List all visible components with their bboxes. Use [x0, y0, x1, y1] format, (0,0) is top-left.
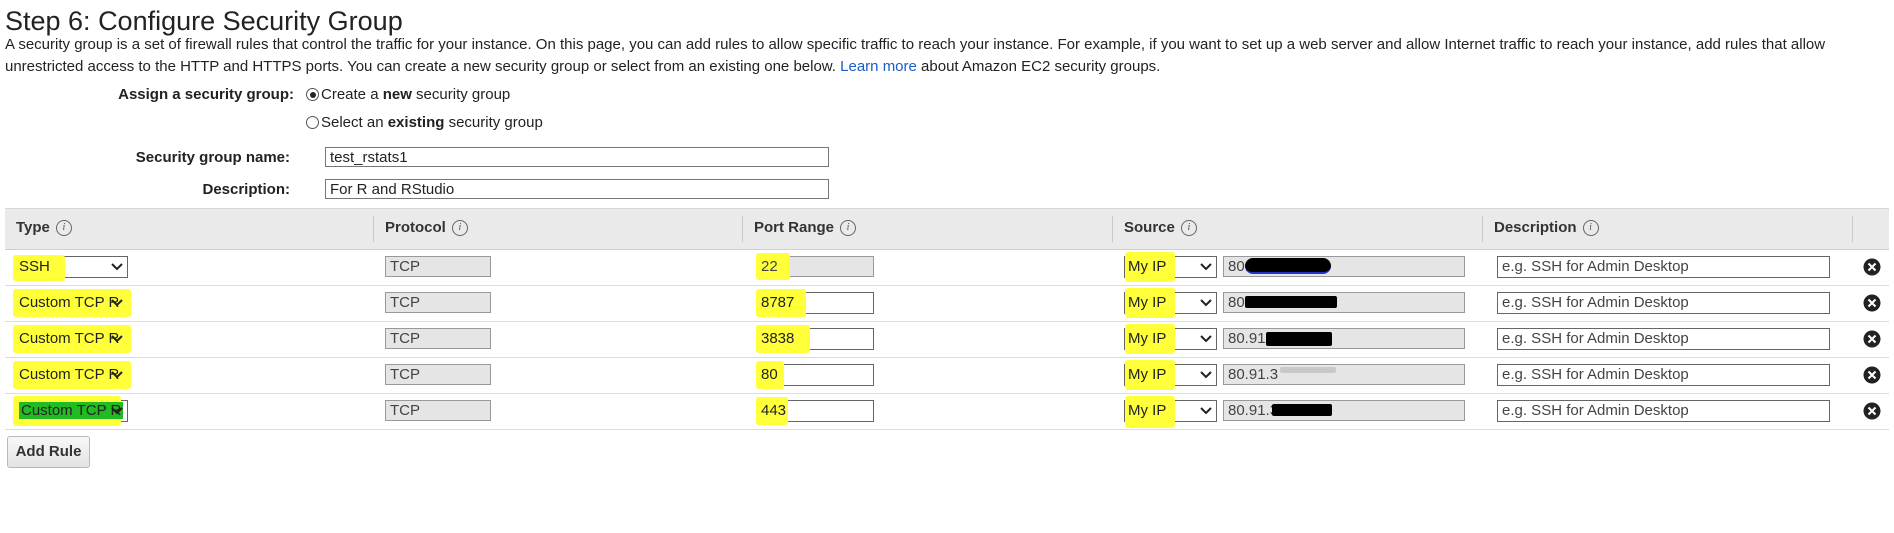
row-divider [5, 285, 1889, 286]
learn-more-link[interactable]: Learn more [840, 58, 917, 75]
redaction-mark [1266, 332, 1332, 346]
chevron-down-icon [1200, 335, 1212, 343]
info-icon[interactable]: i [840, 219, 857, 236]
chevron-down-icon [1200, 299, 1212, 307]
source-cidr-field[interactable]: 80.91. [1223, 328, 1465, 349]
chevron-down-icon [111, 263, 123, 271]
protocol-field: TCP [385, 256, 491, 277]
info-icon[interactable]: i [1582, 219, 1599, 236]
page-title: Step 6: Configure Security Group [5, 6, 403, 36]
port-range-field[interactable]: 22 [756, 256, 874, 277]
protocol-field: TCP [385, 400, 491, 421]
source-cidr-field[interactable]: 80.91.3 [1223, 400, 1465, 421]
radio-select-existing-button[interactable] [306, 116, 319, 129]
radio-create-new-button[interactable] [306, 88, 319, 101]
type-select[interactable]: Custom TCP R [15, 400, 128, 422]
chevron-down-icon [111, 407, 123, 415]
rule-description-input[interactable]: e.g. SSH for Admin Desktop [1497, 400, 1830, 422]
rules-table-header [5, 208, 1889, 250]
intro-paragraph: A security group is a set of firewall ru… [5, 34, 1885, 78]
row-divider [5, 321, 1889, 322]
info-icon[interactable]: i [1180, 219, 1197, 236]
redaction-mark [1245, 258, 1331, 274]
column-source: Source i [1124, 219, 1197, 236]
rule-description-input[interactable]: e.g. SSH for Admin Desktop [1497, 256, 1830, 278]
protocol-field: TCP [385, 292, 491, 313]
column-port-range: Port Range i [754, 219, 857, 236]
column-divider [373, 216, 374, 242]
port-range-field[interactable]: 3838 [756, 328, 874, 350]
radio-create-new-label: Create a new security group [321, 86, 511, 103]
column-divider [742, 216, 743, 242]
column-description: Description i [1494, 219, 1599, 236]
column-divider [1112, 216, 1113, 242]
rule-description-input[interactable]: e.g. SSH for Admin Desktop [1497, 328, 1830, 350]
chevron-down-icon [111, 335, 123, 343]
port-range-field[interactable]: 80 [756, 364, 874, 386]
protocol-field: TCP [385, 364, 491, 385]
port-range-field[interactable]: 8787 [756, 292, 874, 314]
radio-create-new[interactable]: Create a new security group [306, 86, 510, 103]
group-name-input[interactable]: test_rstats1 [325, 147, 829, 167]
radio-select-existing[interactable]: Select an existing security group [306, 114, 543, 131]
protocol-field: TCP [385, 328, 491, 349]
row-divider [5, 393, 1889, 394]
type-select[interactable]: Custom TCP R [15, 292, 128, 314]
row-divider [5, 357, 1889, 358]
column-divider [1852, 216, 1853, 242]
rule-description-input[interactable]: e.g. SSH for Admin Desktop [1497, 364, 1830, 386]
intro-suffix: about Amazon EC2 security groups. [921, 58, 1161, 75]
chevron-down-icon [1200, 371, 1212, 379]
column-divider [1482, 216, 1483, 242]
remove-rule-icon[interactable] [1863, 330, 1881, 348]
remove-rule-icon[interactable] [1863, 366, 1881, 384]
redaction-mark [1272, 404, 1332, 416]
type-select[interactable]: Custom TCP R [15, 328, 128, 350]
redaction-mark [1245, 296, 1337, 308]
chevron-down-icon [111, 371, 123, 379]
chevron-down-icon [1200, 407, 1212, 415]
group-description-label: Description: [202, 181, 290, 198]
port-range-field[interactable]: 443 [756, 400, 874, 422]
group-name-label: Security group name: [135, 149, 290, 166]
remove-rule-icon[interactable] [1863, 402, 1881, 420]
add-rule-button[interactable]: Add Rule [7, 436, 90, 468]
type-select[interactable]: Custom TCP R [15, 364, 128, 386]
info-icon[interactable]: i [451, 219, 468, 236]
chevron-down-icon [1200, 263, 1212, 271]
group-description-input[interactable]: For R and RStudio [325, 179, 829, 199]
rule-description-input[interactable]: e.g. SSH for Admin Desktop [1497, 292, 1830, 314]
radio-select-existing-label: Select an existing security group [321, 114, 543, 131]
row-divider [5, 429, 1889, 430]
remove-rule-icon[interactable] [1863, 258, 1881, 276]
column-type: Type i [16, 219, 72, 236]
source-cidr-field[interactable]: 80.91.3 [1223, 364, 1465, 385]
assign-group-label: Assign a security group: [118, 86, 294, 103]
column-protocol: Protocol i [385, 219, 468, 236]
type-select[interactable]: SSH [15, 256, 128, 278]
chevron-down-icon [111, 299, 123, 307]
info-icon[interactable]: i [55, 219, 72, 236]
redaction-mark [1280, 367, 1336, 373]
remove-rule-icon[interactable] [1863, 294, 1881, 312]
